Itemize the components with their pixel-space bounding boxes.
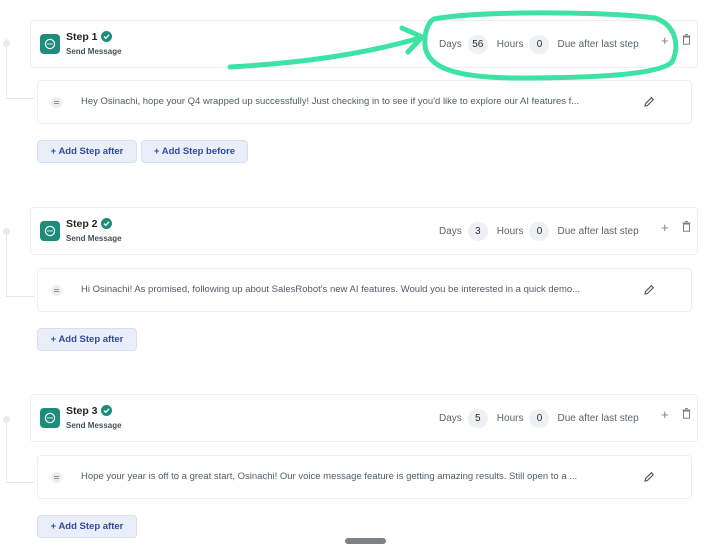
days-label: Days (439, 412, 462, 424)
add-step-after-button[interactable]: + Add Step after (37, 140, 137, 163)
step-card-3[interactable]: Step 3 Send Message Days 5 Hours 0 Due a… (30, 394, 698, 442)
timeline-branch-3 (6, 482, 34, 483)
plus-icon[interactable]: + (661, 408, 669, 422)
hours-input[interactable]: 0 (529, 408, 550, 428)
message-card-2[interactable]: Hi Osinachi! As promised, following up a… (37, 268, 692, 312)
step-card-2[interactable]: Step 2 Send Message Days 3 Hours 0 Due a… (30, 207, 698, 255)
plus-icon[interactable]: + (661, 34, 669, 48)
timeline-branch-1 (6, 98, 34, 99)
trash-icon[interactable] (682, 221, 691, 235)
pencil-icon[interactable] (643, 283, 655, 301)
step-title: Step 2 (66, 218, 112, 230)
drag-handle-icon[interactable] (51, 285, 62, 296)
timeline-rail-3 (6, 420, 7, 482)
pencil-icon[interactable] (643, 95, 655, 113)
timeline-dot-3 (3, 416, 10, 423)
timeline-rail-2 (6, 232, 7, 296)
timeline-rail-1 (6, 38, 7, 98)
drag-handle-icon[interactable] (51, 472, 62, 483)
hours-input[interactable]: 0 (529, 34, 550, 54)
hours-label: Hours (496, 38, 524, 50)
verified-check-icon (100, 218, 112, 229)
timeline-branch-2 (6, 296, 34, 297)
step-subtitle: Send Message (66, 47, 122, 56)
days-input[interactable]: 5 (467, 408, 488, 428)
timeline-dot-2 (3, 228, 10, 235)
trash-icon[interactable] (682, 408, 691, 422)
message-preview: Hope your year is off to a great start, … (81, 471, 578, 482)
step-card-1[interactable]: Step 1 Send Message Days 56 Hours 0 Due … (30, 20, 698, 68)
add-step-before-button[interactable]: + Add Step before (141, 140, 248, 163)
step-subtitle: Send Message (66, 421, 122, 430)
chat-bubble-icon (40, 34, 60, 54)
plus-icon[interactable]: + (661, 221, 669, 235)
pencil-icon[interactable] (643, 470, 655, 488)
verified-check-icon (100, 405, 112, 416)
days-input[interactable]: 3 (467, 221, 488, 241)
chat-bubble-icon (40, 408, 60, 428)
due-label: Due after last step (557, 225, 639, 237)
add-step-after-button[interactable]: + Add Step after (37, 328, 137, 351)
due-label: Due after last step (557, 38, 639, 50)
hours-label: Hours (496, 412, 524, 424)
hours-label: Hours (496, 225, 524, 237)
due-label: Due after last step (557, 412, 639, 424)
days-label: Days (439, 38, 462, 50)
verified-check-icon (100, 31, 112, 42)
step-timing: Days 56 Hours 0 Due after last step (439, 21, 639, 67)
message-card-1[interactable]: Hey Osinachi, hope your Q4 wrapped up su… (37, 80, 692, 124)
step-subtitle: Send Message (66, 234, 122, 243)
step-title: Step 1 (66, 31, 112, 43)
timeline-dot-1 (3, 40, 10, 47)
days-label: Days (439, 225, 462, 237)
step-timing: Days 5 Hours 0 Due after last step (439, 395, 639, 441)
step-title: Step 3 (66, 405, 112, 417)
drag-handle-icon[interactable] (51, 97, 62, 108)
add-step-after-button[interactable]: + Add Step after (37, 515, 137, 538)
message-card-3[interactable]: Hope your year is off to a great start, … (37, 455, 692, 499)
message-preview: Hi Osinachi! As promised, following up a… (81, 284, 581, 295)
days-input[interactable]: 56 (467, 34, 488, 54)
hours-input[interactable]: 0 (529, 221, 550, 241)
scroll-handle[interactable] (345, 538, 386, 544)
chat-bubble-icon (40, 221, 60, 241)
message-preview: Hey Osinachi, hope your Q4 wrapped up su… (81, 96, 580, 107)
trash-icon[interactable] (682, 34, 691, 48)
step-timing: Days 3 Hours 0 Due after last step (439, 208, 639, 254)
